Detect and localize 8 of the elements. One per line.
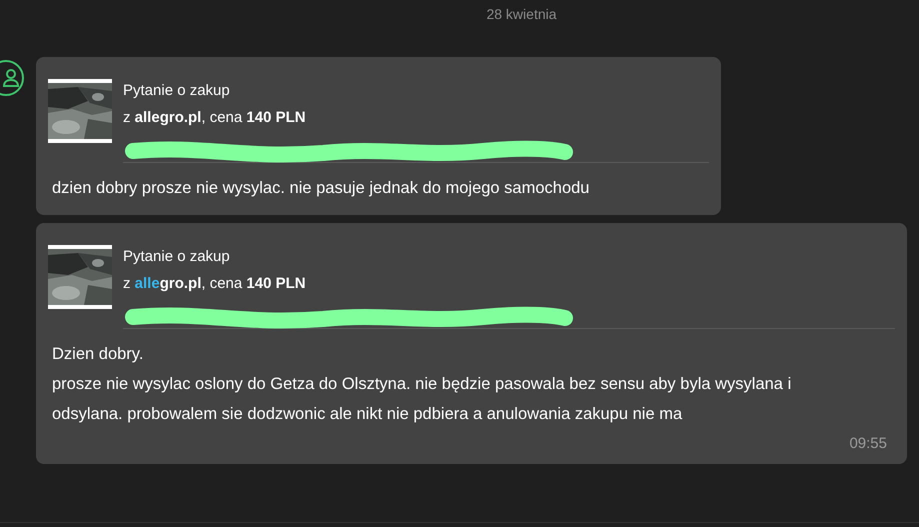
date-separator: 28 kwietnia	[486, 5, 557, 24]
card-source-line: z allegro.pl, cena 140 PLN	[123, 108, 306, 128]
message-text: Dzien dobry. prosze nie wysylac oslony do Getza do Olsztyna. nie będzie pasowala bez sensu aby byla wysylana i odsylana. probowalem sie dodzwonic ale nikt nie pdbiera a anulowania zakupu nie ma	[51, 344, 792, 425]
card-source-line: z allegro.pl, cena 140 PLN	[123, 274, 306, 294]
card-title: Pytanie o zakup	[123, 81, 231, 101]
message-time: 09:55	[849, 434, 887, 454]
card-title: Pytanie o zakup	[123, 247, 231, 267]
message-text: dzien dobry prosze nie wysylac. nie pasuje jednak do mojego samochodu	[51, 178, 590, 199]
